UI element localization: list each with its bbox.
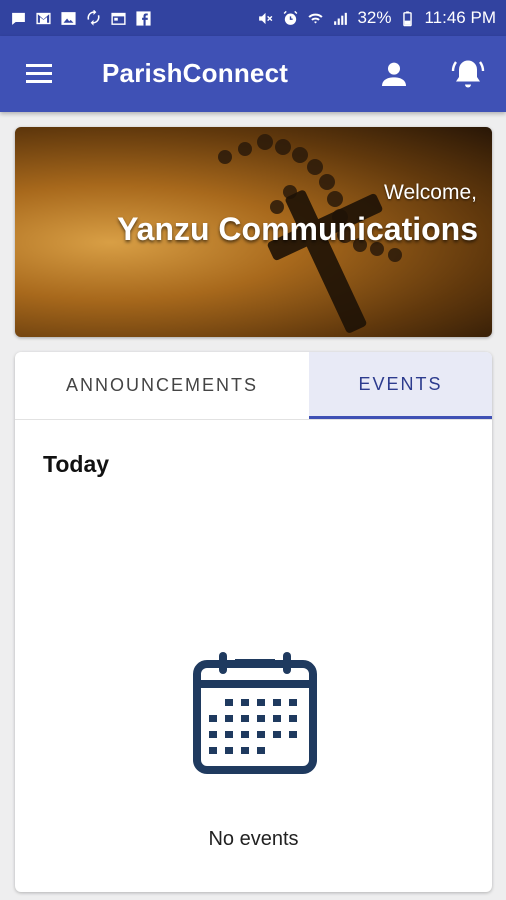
- welcome-banner: Welcome, Yanzu Communications: [15, 127, 492, 337]
- user-name: Yanzu Communications: [117, 211, 478, 247]
- today-heading: Today: [43, 451, 110, 477]
- menu-icon[interactable]: [22, 58, 56, 90]
- app-bar: ParishConnect: [0, 36, 506, 112]
- clock: 11:46 PM: [424, 8, 496, 27]
- bell-icon[interactable]: [450, 56, 486, 92]
- status-bar: 32% 11:46 PM: [0, 0, 506, 36]
- tab-bar: ANNOUNCEMENTS EVENTS: [15, 352, 492, 420]
- tab-events[interactable]: EVENTS: [309, 352, 492, 419]
- calendar-small-icon: [110, 10, 127, 27]
- status-bar-system: 32% 11:46 PM: [257, 8, 496, 28]
- alarm-icon: [282, 10, 299, 27]
- empty-state-text: No events: [208, 828, 299, 850]
- wifi-icon: [307, 10, 324, 27]
- tab-announcements[interactable]: ANNOUNCEMENTS: [15, 352, 309, 419]
- welcome-text: Welcome,: [384, 181, 477, 204]
- image-icon: [60, 10, 77, 27]
- person-icon[interactable]: [378, 58, 410, 90]
- mute-icon: [257, 10, 274, 27]
- battery-percent: 32%: [357, 8, 392, 27]
- battery-icon: [399, 10, 416, 27]
- status-bar-notifications: [10, 9, 152, 27]
- signal-icon: [332, 10, 349, 27]
- message-icon: [10, 10, 27, 27]
- calendar-icon: [191, 650, 319, 778]
- gmail-icon: [35, 10, 52, 27]
- app-title: ParishConnect: [102, 58, 289, 88]
- content-card: ANNOUNCEMENTS EVENTS Today No events: [15, 352, 492, 892]
- facebook-icon: [135, 10, 152, 27]
- sync-icon: [85, 9, 102, 27]
